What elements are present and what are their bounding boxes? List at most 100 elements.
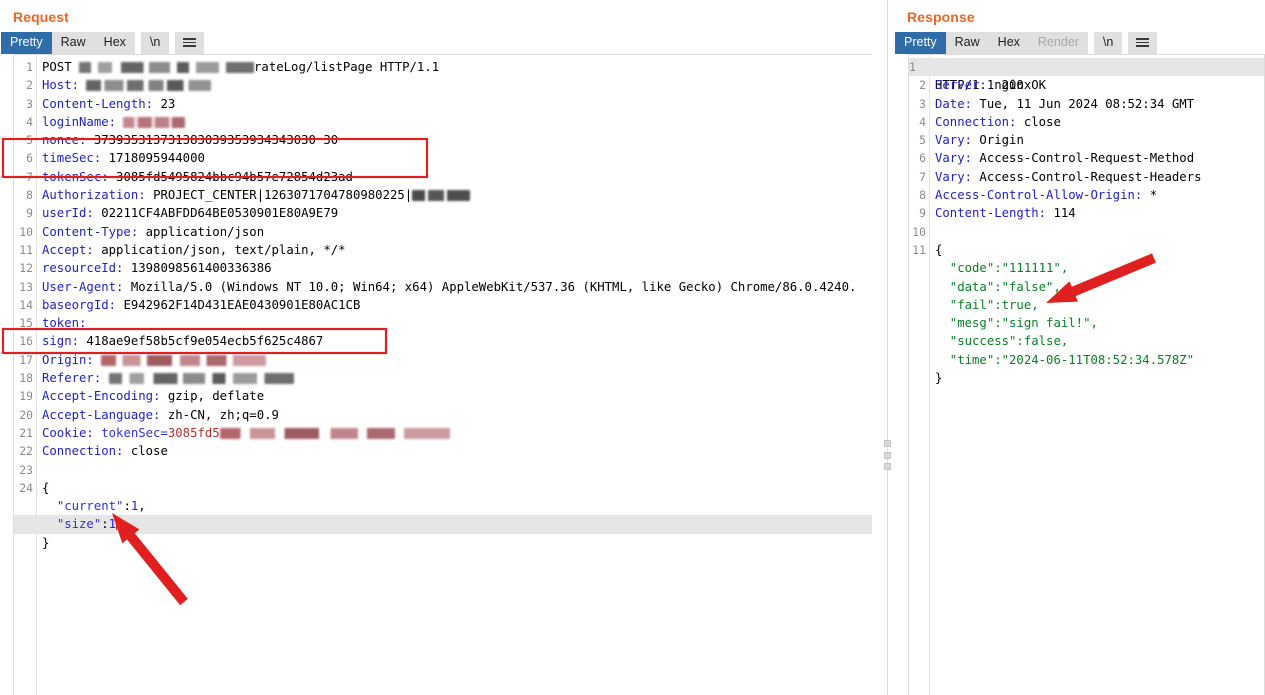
request-tab-hex[interactable]: Hex: [94, 32, 135, 54]
request-code-line[interactable]: 18 Referer:: [14, 369, 872, 387]
request-text-span: "size": [56, 517, 102, 532]
response-code-line[interactable]: "time":"2024-06-11T08:52:34.578Z": [909, 351, 1264, 369]
response-text-span: "success":false,: [935, 334, 1069, 349]
response-code-line[interactable]: "success":false,: [909, 332, 1264, 350]
request-code-line[interactable]: 9 userId: 02211CF4ABFDD64BE0530901E80A9E7…: [14, 204, 872, 222]
response-text-span: Origin: [979, 133, 1024, 148]
request-code-line[interactable]: }: [14, 534, 872, 552]
request-tab-raw[interactable]: Raw: [51, 32, 95, 54]
request-tab-n[interactable]: \n: [140, 32, 170, 54]
response-code-line[interactable]: "code":"111111",: [909, 259, 1264, 277]
request-text-span: 418ae9ef58b5cf9e054ecb5f625c4867: [86, 334, 324, 349]
response-tab-raw[interactable]: Raw: [945, 32, 989, 54]
response-line-text: Vary: Access-Control-Request-Method: [935, 149, 1264, 167]
request-redacted-text: [123, 116, 186, 128]
request-line-text: Host:: [42, 76, 872, 94]
request-line-number: 23: [19, 462, 33, 477]
request-line-number: 24: [19, 480, 33, 495]
request-code-line[interactable]: 8 Authorization: PROJECT_CENTER|126307170…: [14, 186, 872, 204]
request-text-span: Connection:: [42, 444, 131, 459]
request-code-line[interactable]: "size":10: [14, 515, 872, 534]
response-tab-hex[interactable]: Hex: [988, 32, 1029, 54]
request-text-span: 373935313731383039353934343030 30: [93, 133, 339, 148]
response-code-line[interactable]: 1 HTTP/1.1 200 OK: [909, 58, 1264, 92]
request-code-line[interactable]: "current":1,: [14, 497, 872, 515]
request-code-area[interactable]: 1 POST rateLog/listPage HTTP/1.1 2 Host: 3C…: [13, 54, 872, 695]
request-redacted-text: [412, 190, 471, 202]
response-text-span: Vary:: [935, 151, 980, 166]
response-lines[interactable]: 1 HTTP/1.1 200 OK 2 Server: nginx 3 Date: Tue…: [909, 55, 1264, 695]
request-text-span: 23: [160, 96, 176, 111]
request-code-line[interactable]: 13 User-Agent: Mozilla/5.0 (Windows NT 10…: [14, 278, 872, 296]
response-code-line[interactable]: 10: [909, 223, 1264, 241]
request-code-line[interactable]: 24 {: [14, 479, 872, 497]
response-text-span: Connection:: [935, 114, 1024, 129]
request-text-span: Cookie:: [42, 425, 102, 440]
request-code-line[interactable]: 10 Content-Type: application/json: [14, 223, 872, 241]
request-line-text: baseorgId: E942962F14D431EAE0430901E80AC…: [42, 296, 872, 314]
request-code-line[interactable]: 23: [14, 461, 872, 479]
panel-divider[interactable]: [872, 0, 894, 695]
request-text-span: baseorgId:: [42, 297, 124, 312]
request-lines[interactable]: 1 POST rateLog/listPage HTTP/1.1 2 Host: 3C…: [14, 55, 872, 695]
request-code-line[interactable]: 7 tokenSec: 3085fd5495824bbc94b57e72854d2…: [14, 168, 872, 186]
request-code-line[interactable]: 6 timeSec: 1718095944000: [14, 149, 872, 167]
request-line-number: 3: [26, 96, 33, 111]
response-code-line[interactable]: }: [909, 369, 1264, 387]
response-code-line[interactable]: "fail":true,: [909, 296, 1264, 314]
request-tabbar: Pretty Raw Hex \n: [1, 32, 872, 54]
response-code-line[interactable]: 3 Date: Tue, 11 Jun 2024 08:52:34 GMT: [909, 95, 1264, 113]
request-tab-pretty[interactable]: Pretty: [1, 32, 52, 54]
request-code-line[interactable]: 3 Content-Length: 23: [14, 95, 872, 113]
request-line-number: 13: [19, 279, 33, 294]
response-code-line[interactable]: 11 {: [909, 241, 1264, 259]
request-code-line[interactable]: 12 resourceId: 1398098561400336386: [14, 259, 872, 277]
request-code-line[interactable]: 20 Accept-Language: zh-CN, zh;q=0.9: [14, 406, 872, 424]
response-line-text: Vary: Access-Control-Request-Headers: [935, 168, 1264, 186]
request-menu-icon[interactable]: [175, 32, 205, 54]
request-panel: Request Pretty Raw Hex \n 1 POST rateLog/lis…: [0, 0, 872, 695]
request-text-span: application/json: [145, 224, 265, 239]
request-code-line[interactable]: 17 Origin:: [14, 351, 872, 369]
response-line-text: Vary: Origin: [935, 131, 1264, 149]
response-code-line[interactable]: "data":"false",: [909, 278, 1264, 296]
response-line-text: "time":"2024-06-11T08:52:34.578Z": [935, 351, 1264, 369]
request-code-line[interactable]: 4 loginName:: [14, 113, 872, 131]
request-line-text: token:: [42, 314, 872, 332]
response-text-span: Content-Length:: [935, 206, 1054, 221]
request-line-text: Cookie: tokenSec=3085fd5: [42, 424, 872, 442]
request-code-line[interactable]: 5 nonce: 373935313731383039353934343030 3…: [14, 131, 872, 149]
response-code-line[interactable]: 7 Vary: Access-Control-Request-Headers: [909, 168, 1264, 186]
response-code-line[interactable]: "mesg":"sign fail!",: [909, 314, 1264, 332]
response-code-line[interactable]: 8 Access-Control-Allow-Origin: *: [909, 186, 1264, 204]
response-code-line[interactable]: 4 Connection: close: [909, 113, 1264, 131]
response-text-span: Access-Control-Request-Method: [979, 151, 1195, 166]
response-code-line[interactable]: 6 Vary: Access-Control-Request-Method: [909, 149, 1264, 167]
request-text-span: sign:: [42, 334, 87, 349]
request-code-line[interactable]: 22 Connection: close: [14, 442, 872, 460]
request-code-line[interactable]: 1 POST rateLog/listPage HTTP/1.1: [14, 58, 872, 76]
request-code-line[interactable]: 15 token:: [14, 314, 872, 332]
request-code-line[interactable]: 14 baseorgId: E942962F14D431EAE0430901E80…: [14, 296, 872, 314]
request-code-line[interactable]: 2 Host:: [14, 76, 872, 94]
response-code-line[interactable]: 2 Server: nginx: [909, 76, 1264, 94]
request-code-line[interactable]: 21 Cookie: tokenSec=3085fd5: [14, 424, 872, 442]
response-code-area[interactable]: 1 HTTP/1.1 200 OK 2 Server: nginx 3 Date: Tue…: [908, 54, 1265, 695]
request-code-line[interactable]: 11 Accept: application/json, text/plain, …: [14, 241, 872, 259]
response-tab-pretty[interactable]: Pretty: [895, 32, 946, 54]
request-code-line[interactable]: 19 Accept-Encoding: gzip, deflate: [14, 387, 872, 405]
response-tab-n[interactable]: \n: [1093, 32, 1123, 54]
request-redacted-text: [79, 62, 255, 73]
request-text-span: Authorization:: [42, 188, 154, 203]
request-text-span: POST: [42, 60, 80, 74]
request-code-line[interactable]: 16 sign: 418ae9ef58b5cf9e054ecb5f625c4867: [14, 332, 872, 350]
response-line-number: 5: [919, 133, 926, 148]
response-text-span: Tue, 11 Jun 2024 08:52:34 GMT: [979, 96, 1195, 111]
response-code-line[interactable]: 9 Content-Length: 114: [909, 204, 1264, 222]
divider-drag-handle-icon[interactable]: [883, 440, 892, 470]
response-menu-icon[interactable]: [1128, 32, 1158, 54]
response-panel: Response Pretty Raw Hex Render \n 1 HTTP/1.1 …: [894, 0, 1265, 695]
request-line-text: Connection: close: [42, 442, 872, 460]
burp-http-viewer: Request Pretty Raw Hex \n 1 POST rateLog/lis…: [0, 0, 1265, 695]
response-code-line[interactable]: 5 Vary: Origin: [909, 131, 1264, 149]
